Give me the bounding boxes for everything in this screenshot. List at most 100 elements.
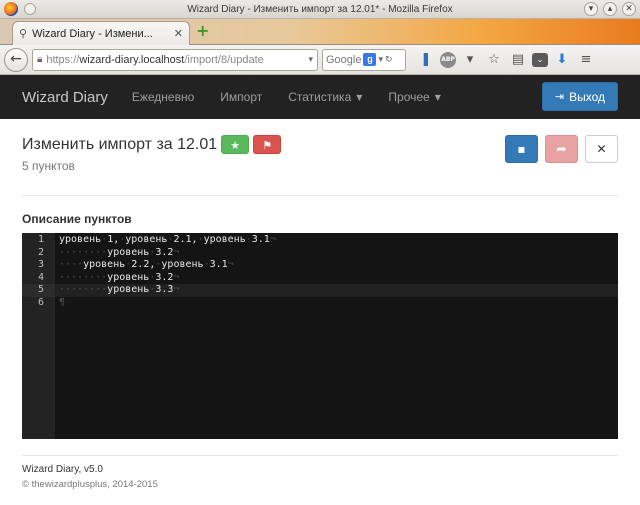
indent-markers: ···· [59,259,84,270]
lock-icon: 🔒︎ [37,54,43,65]
bookmark-icon[interactable]: ❚ [416,51,436,69]
editor-line[interactable]: ····уровень·2.2,·уровень·3.1¬ [55,259,618,272]
editor-line[interactable]: ¶ [55,297,618,310]
indent-markers: ········ [59,284,108,295]
logout-button[interactable]: ⇥ Выход [541,82,618,111]
browser-toolbar: ← 🔒︎ https://wizard-diary.localhost/impo… [0,45,640,75]
reader-icon[interactable]: ▤ [508,51,528,69]
editor-token: уровень [59,234,102,245]
editor-line[interactable]: ········уровень·3.2¬ [55,272,618,285]
nav-item-statistics[interactable]: Статистика ▼ [288,90,362,104]
close-window-button[interactable]: ✕ [622,2,636,16]
window-title: Wizard Diary - Изменить импорт за 12.01*… [187,4,453,15]
close-icon: ✕ [596,142,607,156]
line-end-marker: ¬ [227,259,234,270]
new-tab-icon[interactable]: + [196,23,210,39]
google-icon[interactable]: g [363,53,377,66]
editor-text-area[interactable]: уровень·1,·уровень·2.1,·уровень·3.1¬ ····… [55,233,618,439]
line-number: 1 [37,234,44,245]
adblock-dropdown-icon[interactable]: ▾ [460,51,480,69]
items-count: 5 пунктов [22,159,75,173]
editor-token: 3.2 [155,271,174,283]
bookmark-star-icon[interactable]: ☆ [484,51,504,69]
logout-icon: ⇥ [554,90,565,103]
star-icon: ★ [230,139,241,152]
url-dropdown-icon[interactable]: ▾ [308,55,313,65]
url-text: https://wizard-diary.localhost/import/8/… [46,54,263,66]
minimize-window-button[interactable]: ▾ [584,2,598,16]
page-title: Изменить импорт за 12.01 [22,135,218,153]
line-end-marker: ¬ [173,271,180,283]
indent-markers: ········ [59,271,108,283]
caret-down-icon: ▼ [356,92,363,102]
line-number: 3 [37,259,44,270]
app-navbar: Wizard Diary Ежедневно Импорт Статистика… [0,75,640,119]
nav-item-import[interactable]: Импорт [220,90,262,104]
search-placeholder: Google [326,53,362,66]
editor-token: уровень [107,246,150,258]
reload-icon[interactable]: ↻ [385,55,393,65]
editor-token: 2.2, [131,259,156,270]
maximize-window-button[interactable]: ▴ [603,2,617,16]
nav-item-label: Прочее [388,90,430,104]
line-number: 4 [37,271,44,283]
nav-item-label: Импорт [220,90,263,104]
url-bar[interactable]: 🔒︎ https://wizard-diary.localhost/import… [32,48,318,71]
page-title-row: Изменить импорт за 12.01 ★ ⚑ [22,135,282,154]
nav-item-other[interactable]: Прочее ▼ [388,90,440,104]
footer: Wizard Diary, v5.0 © thewizardplusplus, … [22,455,618,490]
close-button[interactable]: ✕ [585,135,618,163]
search-engine-dropdown-icon[interactable]: ▾ [378,55,383,65]
download-icon[interactable]: ⬇ [552,51,572,69]
editor-gutter: 123456 [22,233,55,439]
browser-tab[interactable]: ⚲ Wizard Diary - Измени... ✕ [12,21,190,45]
line-end-marker: ¶ [59,296,66,308]
code-editor[interactable]: 123456 уровень·1,·уровень·2.1,·уровень·3… [22,233,618,439]
window-titlebar: Wizard Diary - Изменить импорт за 12.01*… [0,0,640,19]
pocket-icon[interactable]: ⌄ [532,52,548,67]
floppy-disk-icon: ▪ [517,142,526,156]
delete-flag-button[interactable]: ⚑ [253,135,282,154]
tab-label: Wizard Diary - Измени... [32,27,153,40]
tab-close-icon[interactable]: ✕ [174,27,183,40]
editor-token: 3.2 [155,246,174,258]
editor-token: уровень [107,271,150,283]
editor-line[interactable]: уровень·1,·уровень·2.1,·уровень·3.1¬ [55,234,618,247]
main-content: Изменить импорт за 12.01 ★ ⚑ 5 пунктов ▪… [0,119,640,490]
brand-link[interactable]: Wizard Diary [22,89,108,106]
url-host: wizard-diary.localhost [79,53,185,66]
window-controls: ▾ ▴ ✕ [584,2,636,16]
indent-markers: ········ [59,246,108,258]
editor-token: 1, [107,234,120,245]
star-button[interactable]: ★ [221,135,250,154]
nav-item-label: Ежедневно [131,90,195,104]
line-end-marker: ¬ [269,234,276,245]
back-button[interactable]: ← [4,47,28,72]
section-label: Описание пунктов [22,212,132,226]
nav-item-daily[interactable]: Ежедневно [132,90,194,104]
url-path: /import/8/update [184,53,264,66]
editor-token: уровень [161,259,204,270]
menu-icon[interactable]: ≡ [576,51,596,69]
save-button[interactable]: ▪ [505,135,538,163]
editor-token: 3.3 [155,284,174,295]
share-arrow-icon: ➦ [556,142,567,156]
wizard-hat-icon: ⚲ [19,27,28,40]
line-number: 6 [37,296,44,308]
forward-button[interactable]: ➦ [545,135,578,163]
logout-label: Выход [569,89,605,104]
editor-token: уровень [203,234,246,245]
caret-down-icon: ▼ [434,92,441,102]
action-buttons: ▪ ➦ ✕ [505,135,618,163]
tab-strip: ⚲ Wizard Diary - Измени... ✕ + [0,19,640,45]
editor-line[interactable]: ········уровень·3.3¬ [55,284,618,297]
toolbar-icons: ❚ ABP ▾ ☆ ▤ ⌄ ⬇ ≡ [416,51,596,69]
adblock-icon[interactable]: ABP [440,51,456,68]
editor-line[interactable]: ········уровень·3.2¬ [55,247,618,260]
editor-token: уровень [83,259,126,270]
line-number: 2 [37,246,44,258]
editor-token: уровень [125,234,168,245]
search-box[interactable]: Google g ▾ ↻ [322,48,406,71]
line-end-marker: ¬ [173,284,180,295]
url-scheme: https:// [46,53,80,66]
